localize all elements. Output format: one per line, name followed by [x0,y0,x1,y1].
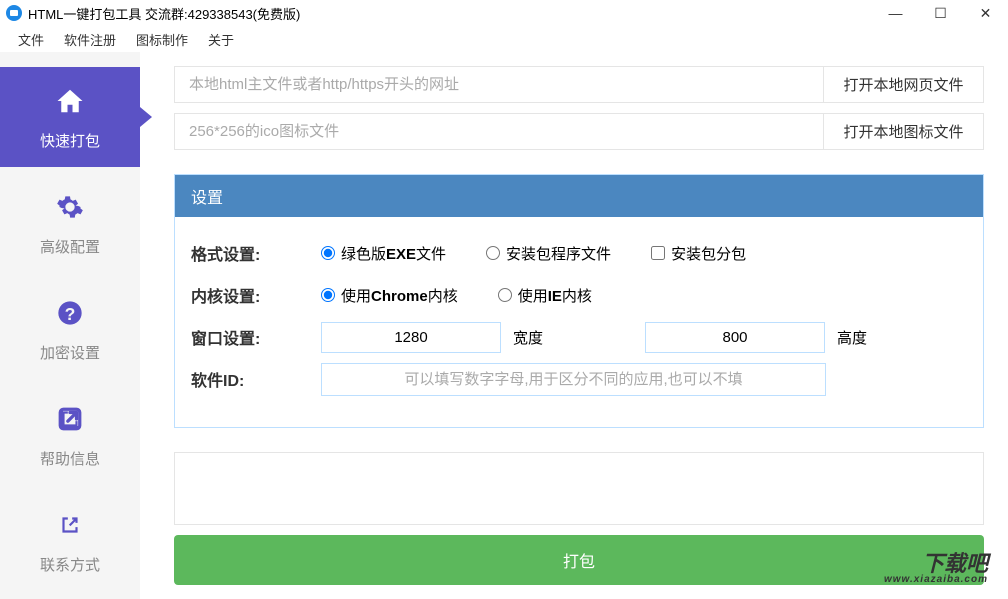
sidebar-label: 联系方式 [40,554,100,575]
menu-file[interactable]: 文件 [8,27,54,52]
close-button[interactable]: ✕ [963,0,1008,26]
sidebar-item-contact[interactable]: 联系方式 [0,491,140,591]
share-icon [53,508,87,542]
format-green-radio[interactable]: 绿色版EXE文件 [321,243,446,264]
watermark: 下载吧 www.xiazaiba.com [884,553,988,585]
maximize-button[interactable]: ☐ [918,0,963,26]
log-panel [174,452,984,525]
width-label: 宽度 [513,327,543,348]
kernel-chrome-radio[interactable]: 使用Chrome内核 [321,285,458,306]
radio-input[interactable] [321,246,335,260]
app-icon [6,5,22,21]
gear-icon [53,190,87,224]
pack-button[interactable]: 打包 [174,535,984,585]
height-input[interactable] [645,322,825,353]
icon-path-input[interactable] [175,114,823,149]
menu-register[interactable]: 软件注册 [54,27,126,52]
radio-input[interactable] [486,246,500,260]
sidebar-item-help[interactable]: 帮助信息 [0,385,140,485]
format-installer-radio[interactable]: 安装包程序文件 [486,243,611,264]
open-icon-button[interactable]: 打开本地图标文件 [823,114,983,149]
sidebar-item-encrypt[interactable]: ? 加密设置 [0,279,140,379]
settings-title: 设置 [175,175,983,217]
minimize-button[interactable]: — [873,0,918,26]
radio-input[interactable] [498,288,512,302]
settings-panel: 设置 格式设置: 绿色版EXE文件 安装包程序文件 [174,174,984,428]
format-split-checkbox[interactable]: 安装包分包 [651,243,746,264]
sidebar-label: 帮助信息 [40,448,100,469]
width-input[interactable] [321,322,501,353]
sidebar-item-quick-pack[interactable]: 快速打包 [0,67,140,167]
id-label: 软件ID: [191,367,321,391]
format-label: 格式设置: [191,241,321,265]
kernel-label: 内核设置: [191,283,321,307]
window-title: HTML一键打包工具 交流群:429338543(免费版) [28,4,300,23]
sidebar-item-advanced[interactable]: 高级配置 [0,173,140,273]
sidebar-label: 快速打包 [40,130,100,151]
kernel-ie-radio[interactable]: 使用IE内核 [498,285,592,306]
html-path-input[interactable] [175,67,823,102]
question-icon: ? [53,296,87,330]
radio-input[interactable] [321,288,335,302]
share-icon [53,402,87,436]
menu-icon-make[interactable]: 图标制作 [126,27,198,52]
home-icon [53,84,87,118]
open-html-button[interactable]: 打开本地网页文件 [823,67,983,102]
sidebar-label: 加密设置 [40,342,100,363]
height-label: 高度 [837,327,867,348]
software-id-input[interactable] [321,363,826,396]
menu-about[interactable]: 关于 [198,27,244,52]
svg-text:?: ? [65,304,76,324]
checkbox-input[interactable] [651,246,665,260]
sidebar-label: 高级配置 [40,236,100,257]
window-label: 窗口设置: [191,325,321,349]
